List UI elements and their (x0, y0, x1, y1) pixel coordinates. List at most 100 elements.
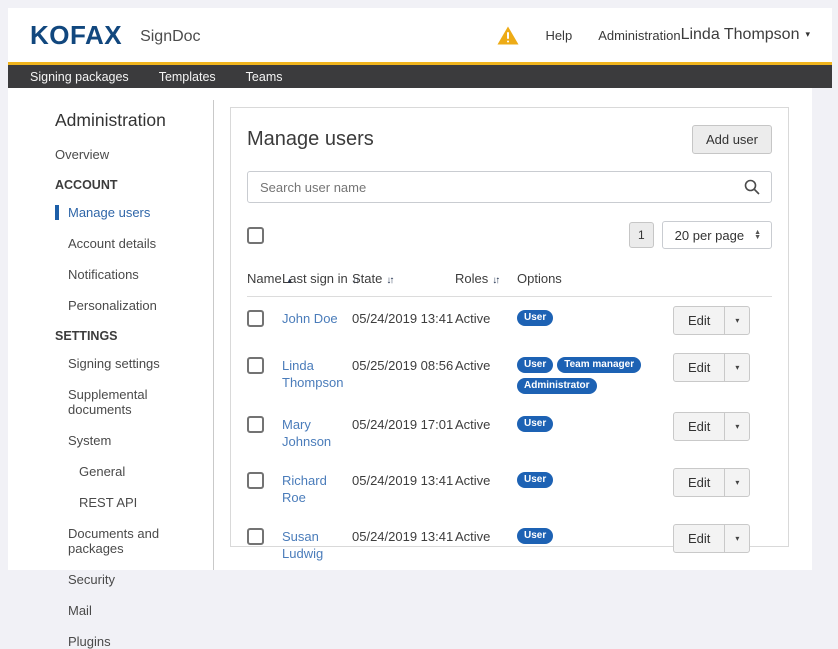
state-cell: Active (455, 528, 517, 545)
warning-triangle-icon[interactable] (497, 26, 519, 45)
last-sign-in-cell: 05/25/2019 08:56 (352, 357, 455, 374)
last-sign-in-cell: 05/24/2019 13:41 (352, 310, 455, 327)
edit-dropdown-button[interactable]: ▾ (724, 468, 750, 497)
sidebar-item-mail[interactable]: Mail (68, 603, 213, 618)
page-number-button[interactable]: 1 (629, 222, 654, 248)
edit-dropdown-button[interactable]: ▾ (724, 524, 750, 553)
edit-button[interactable]: Edit (673, 524, 725, 553)
sidebar-item-personalization[interactable]: Personalization (68, 298, 213, 313)
chevron-down-icon: ▾ (735, 478, 739, 487)
sidebar-item-settings: SETTINGS (55, 329, 213, 343)
state-cell: Active (455, 357, 517, 374)
edit-button[interactable]: Edit (673, 353, 725, 382)
role-badge: User (517, 472, 553, 488)
last-sign-in-cell: 05/24/2019 13:41 (352, 472, 455, 489)
main-nav: Signing packages Templates Teams (8, 65, 832, 88)
app-window: KOFAX SignDoc HelpAdministration Linda T… (8, 8, 832, 570)
chevron-down-icon: ▾ (735, 316, 739, 325)
role-badge: User (517, 310, 553, 326)
select-arrows-icon: ▲ ▼ (754, 230, 761, 240)
sidebar-title: Administration (55, 110, 213, 131)
table-row: Linda Thompson 05/25/2019 08:56 Active U… (247, 344, 772, 403)
table-row: John Doe 05/24/2019 13:41 Active User Ed… (247, 297, 772, 344)
nav-tab-signing-packages[interactable]: Signing packages (30, 70, 129, 84)
top-header: KOFAX SignDoc HelpAdministration Linda T… (8, 8, 832, 62)
user-name-link[interactable]: Richard Roe (282, 472, 352, 506)
edit-split-button: Edit ▾ (673, 412, 750, 441)
user-menu[interactable]: Linda Thompson ▾ (681, 26, 810, 44)
sort-icon: ↓↑ (386, 275, 392, 286)
content-right-gutter (812, 88, 832, 570)
card-header: Manage users Add user (247, 125, 772, 154)
sidebar: Administration Overview ACCOUNT Manage use… (8, 88, 213, 570)
edit-split-button: Edit ▾ (673, 524, 750, 553)
table-header-row: Name▲Last sign in↓↑State↓↑Roles↓↑Options (247, 271, 772, 297)
edit-dropdown-button[interactable]: ▾ (724, 306, 750, 335)
column-header-state[interactable]: State↓↑ (352, 271, 455, 286)
sidebar-item-plugins[interactable]: Plugins (68, 634, 213, 649)
role-badge: Team manager (557, 357, 641, 373)
select-all-checkbox[interactable] (247, 227, 264, 244)
roles-cell: UserTeam managerAdministrator (517, 357, 673, 394)
sidebar-item-account-details[interactable]: Account details (68, 236, 213, 251)
pagination: 1 20 per page ▲ ▼ (629, 221, 772, 249)
search-input[interactable] (247, 171, 772, 203)
state-cell: Active (455, 416, 517, 433)
row-checkbox[interactable] (247, 472, 264, 489)
sidebar-item-signing-settings[interactable]: Signing settings (68, 356, 213, 371)
user-name-link[interactable]: Mary Johnson (282, 416, 352, 450)
row-checkbox[interactable] (247, 416, 264, 433)
edit-dropdown-button[interactable]: ▾ (724, 353, 750, 382)
sidebar-item-notifications[interactable]: Notifications (68, 267, 213, 282)
roles-cell: User (517, 528, 673, 544)
header-link-help[interactable]: Help (545, 28, 572, 43)
row-checkbox[interactable] (247, 357, 264, 374)
last-sign-in-cell: 05/24/2019 13:41 (352, 528, 455, 545)
nav-tab-teams[interactable]: Teams (246, 70, 283, 84)
user-name-link[interactable]: Susan Ludwig (282, 528, 352, 562)
last-sign-in-cell: 05/24/2019 17:01 (352, 416, 455, 433)
sort-icon: ↓↑ (492, 275, 498, 286)
user-menu-label: Linda Thompson (681, 26, 800, 44)
search-icon[interactable] (744, 179, 760, 195)
sidebar-item-documents-and-packages[interactable]: Documents and packages (68, 526, 213, 556)
state-cell: Active (455, 472, 517, 489)
sidebar-item-manage-users[interactable]: Manage users (55, 205, 213, 220)
header-link-administration[interactable]: Administration (598, 28, 680, 43)
column-header-options[interactable]: Options (517, 271, 673, 286)
column-header-roles[interactable]: Roles↓↑ (455, 271, 517, 286)
add-user-button[interactable]: Add user (692, 125, 772, 154)
roles-cell: User (517, 416, 673, 432)
sidebar-item-rest-api[interactable]: REST API (79, 495, 213, 510)
table-row: Susan Ludwig 05/24/2019 13:41 Active Use… (247, 515, 772, 571)
table-row: Mary Johnson 05/24/2019 17:01 Active Use… (247, 403, 772, 459)
edit-button[interactable]: Edit (673, 468, 725, 497)
search-bar (247, 171, 772, 203)
column-header-last-sign-in[interactable]: Last sign in↓↑ (282, 271, 352, 286)
list-controls: 1 20 per page ▲ ▼ (247, 221, 772, 249)
chevron-down-icon: ▾ (735, 422, 739, 431)
sidebar-item-system[interactable]: System (68, 433, 213, 448)
sidebar-item-overview[interactable]: Overview (55, 147, 213, 162)
edit-button[interactable]: Edit (673, 306, 725, 335)
sidebar-item-general[interactable]: General (79, 464, 213, 479)
per-page-value: 20 per page (675, 228, 744, 243)
edit-split-button: Edit ▾ (673, 468, 750, 497)
column-header-name[interactable]: Name▲ (247, 271, 282, 286)
chevron-down-icon: ▾ (735, 363, 739, 372)
per-page-select[interactable]: 20 per page ▲ ▼ (662, 221, 772, 249)
user-name-link[interactable]: Linda Thompson (282, 357, 352, 391)
main-panel: Manage users Add user 1 20 per p (214, 88, 812, 570)
user-name-link[interactable]: John Doe (282, 310, 352, 327)
role-badge: User (517, 357, 553, 373)
kofax-logo: KOFAX (30, 20, 122, 51)
edit-button[interactable]: Edit (673, 412, 725, 441)
edit-dropdown-button[interactable]: ▾ (724, 412, 750, 441)
sidebar-item-supplemental-documents[interactable]: Supplemental documents (68, 387, 213, 417)
row-checkbox[interactable] (247, 528, 264, 545)
sidebar-nav: Overview ACCOUNT Manage users Account detai… (55, 147, 213, 649)
row-checkbox[interactable] (247, 310, 264, 327)
header-links: Help Administration (497, 26, 680, 45)
sidebar-item-account: ACCOUNT (55, 178, 213, 192)
nav-tab-templates[interactable]: Templates (159, 70, 216, 84)
